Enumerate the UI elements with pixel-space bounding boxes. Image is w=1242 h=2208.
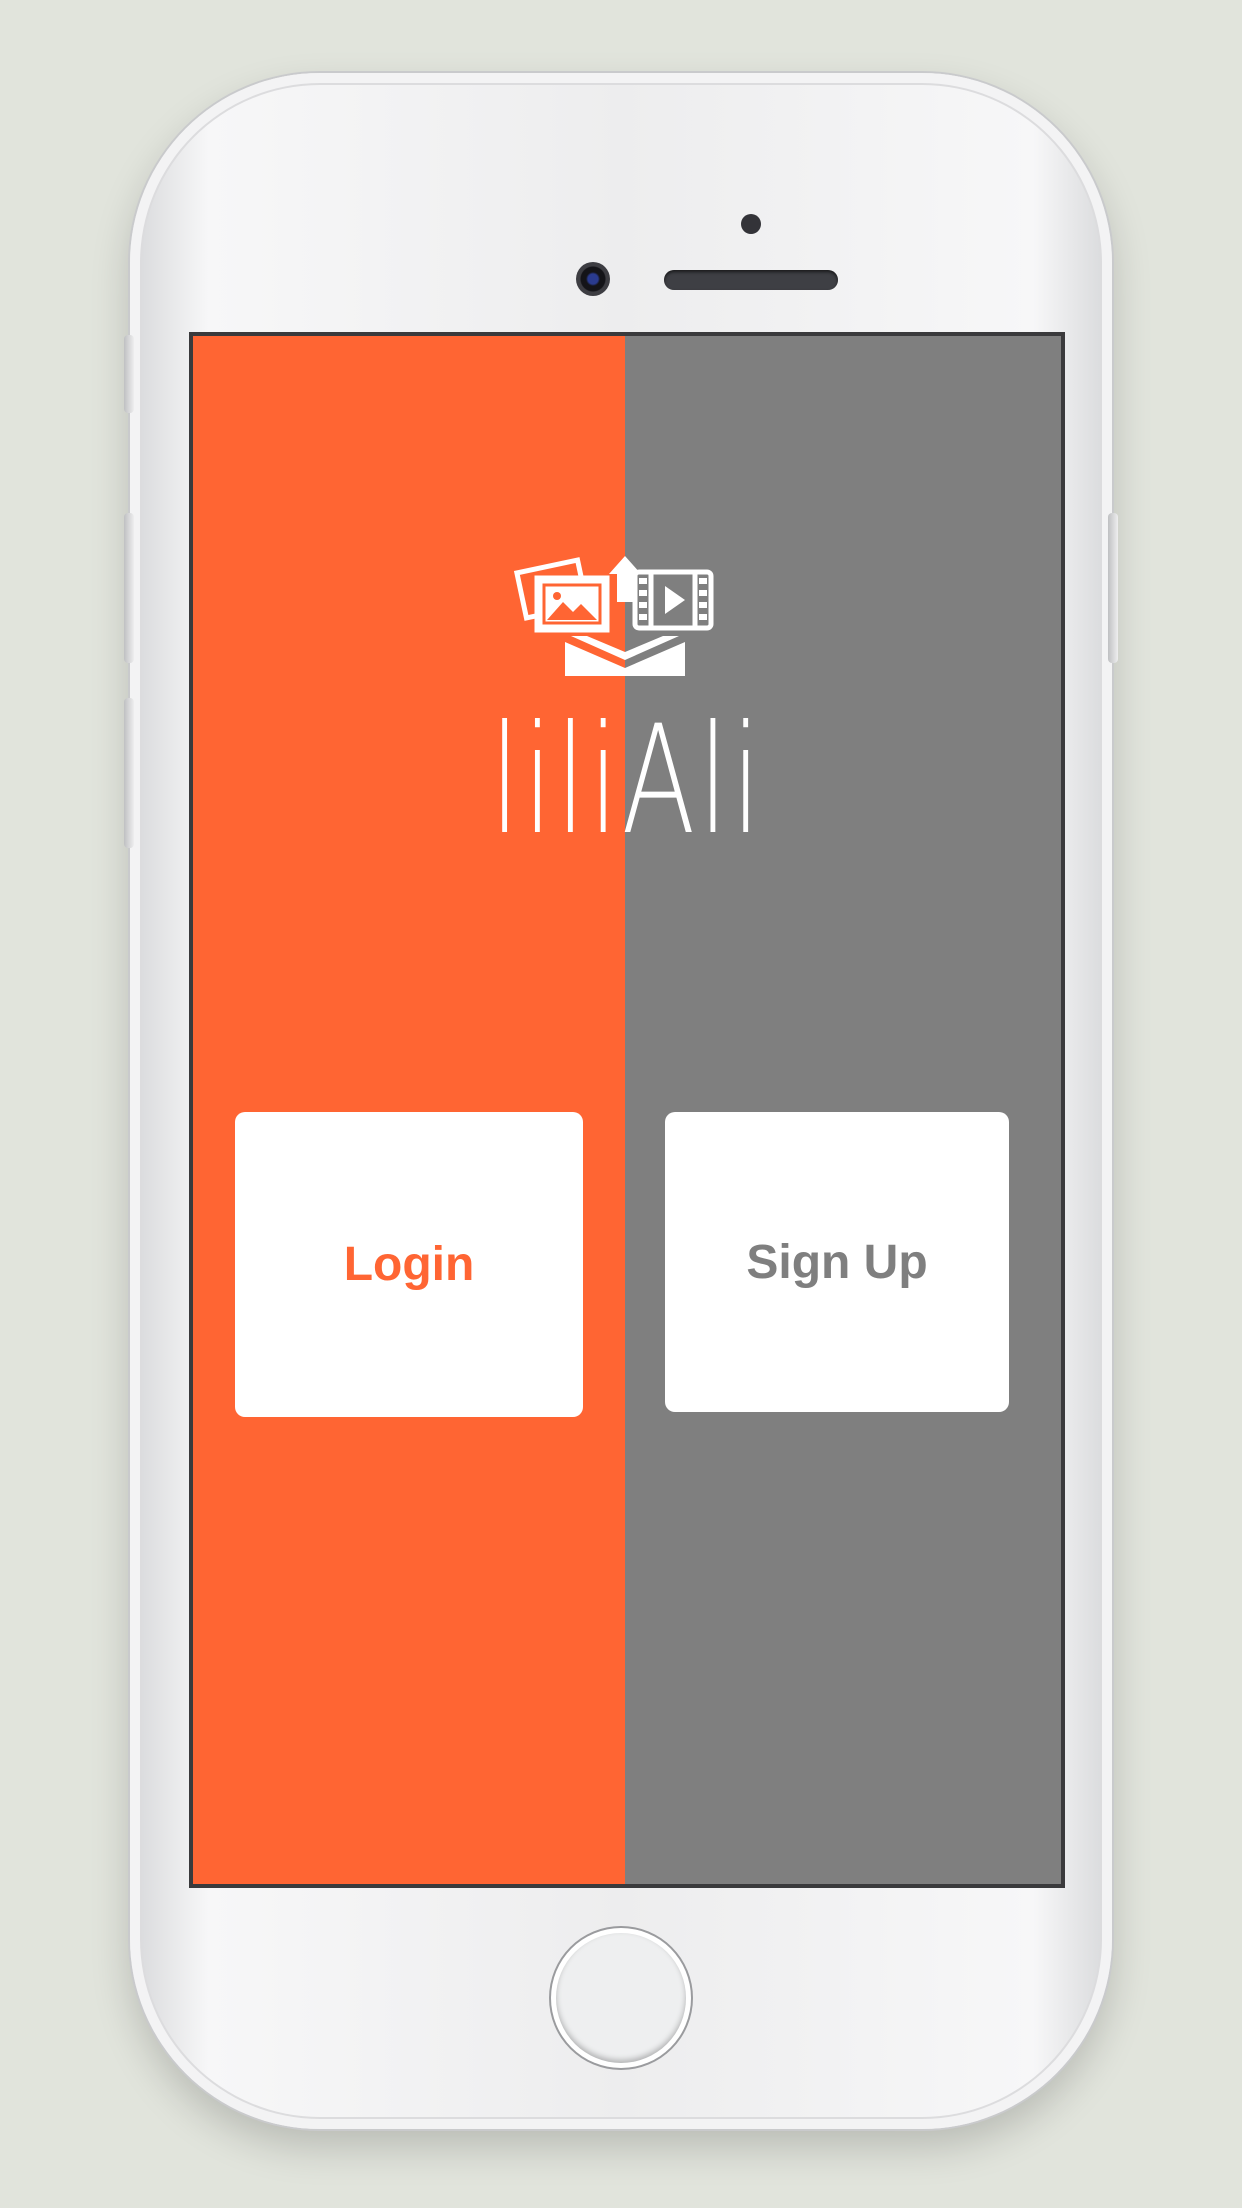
app-logo-text: liliAli xyxy=(489,694,765,868)
login-button[interactable]: Login xyxy=(235,1112,583,1417)
earpiece-speaker-icon xyxy=(664,270,838,290)
mute-switch xyxy=(124,335,134,413)
app-screen: liliAli Login Sign Up xyxy=(189,332,1065,1888)
signup-button[interactable]: Sign Up xyxy=(665,1112,1009,1412)
media-upload-icon xyxy=(513,556,714,676)
front-camera-icon xyxy=(576,262,610,296)
home-button[interactable] xyxy=(556,1933,686,2063)
power-button xyxy=(1108,513,1118,663)
volume-down-button xyxy=(124,698,134,848)
proximity-sensor-icon xyxy=(741,214,761,234)
volume-up-button xyxy=(124,513,134,663)
